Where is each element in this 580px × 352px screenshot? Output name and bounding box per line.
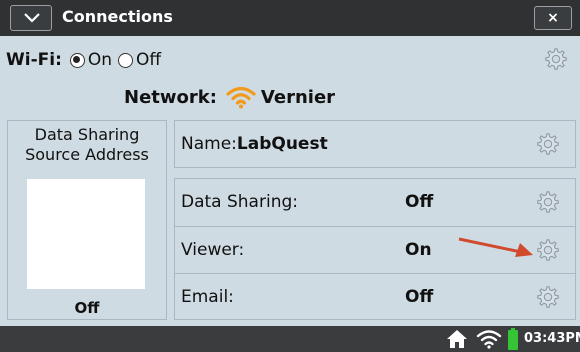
setting-label: Viewer: xyxy=(181,240,245,260)
wifi-on-label[interactable]: On xyxy=(88,50,112,70)
setting-row-email: Email: Off xyxy=(175,273,575,320)
network-label: Network: xyxy=(124,86,217,108)
wifi-label: Wi-Fi: xyxy=(6,50,62,70)
wifi-off-label[interactable]: Off xyxy=(136,50,161,70)
setting-label: Data Sharing: xyxy=(181,192,298,212)
viewer-gear-icon[interactable] xyxy=(535,237,561,263)
network-name: Vernier xyxy=(260,86,336,108)
source-title-line2: Source Address xyxy=(25,145,149,164)
setting-label: Email: xyxy=(181,287,234,307)
setting-value: Off xyxy=(405,287,434,307)
source-title-line1: Data Sharing xyxy=(34,125,140,144)
sharing-settings-panel: Data Sharing: Off Viewer: On Email: Off xyxy=(174,178,576,320)
wifi-toggle-row: Wi-Fi: On Off xyxy=(6,48,167,72)
chevron-down-icon xyxy=(24,13,40,23)
status-bar: 03:43PM xyxy=(0,326,580,352)
data-sharing-source-panel: Data Sharing Source Address Off xyxy=(7,120,167,320)
device-name-label: Name: xyxy=(181,134,237,154)
network-row: Network: Vernier xyxy=(124,84,335,110)
arrow-icon xyxy=(458,237,533,257)
source-address-box xyxy=(27,179,145,289)
close-icon: × xyxy=(547,10,559,26)
close-button[interactable]: × xyxy=(534,6,572,30)
wifi-on-radio[interactable] xyxy=(69,52,85,68)
wifi-icon xyxy=(226,86,256,109)
data-sharing-gear-icon[interactable] xyxy=(535,189,561,215)
email-gear-icon[interactable] xyxy=(535,284,561,310)
home-icon[interactable] xyxy=(446,329,468,349)
setting-value: On xyxy=(405,240,432,260)
wifi-status-icon xyxy=(476,330,502,349)
device-name-value: LabQuest xyxy=(236,134,328,154)
clock: 03:43PM xyxy=(524,331,580,346)
wifi-settings-gear-icon[interactable] xyxy=(543,46,569,72)
setting-value: Off xyxy=(405,192,434,212)
window-title: Connections xyxy=(62,7,173,26)
device-name: Name:LabQuest xyxy=(181,134,328,154)
source-address-status: Off xyxy=(74,299,100,317)
setting-row-data-sharing: Data Sharing: Off xyxy=(175,179,575,226)
wifi-off-radio[interactable] xyxy=(118,52,134,68)
name-settings-gear-icon[interactable] xyxy=(535,131,561,157)
data-sharing-source-title: Data Sharing Source Address xyxy=(8,125,166,165)
setting-row-viewer: Viewer: On xyxy=(175,226,575,273)
battery-icon xyxy=(508,328,518,350)
title-bar: Connections × xyxy=(0,0,580,36)
device-name-panel: Name:LabQuest xyxy=(174,120,576,168)
menu-dropdown-button[interactable] xyxy=(10,5,52,31)
